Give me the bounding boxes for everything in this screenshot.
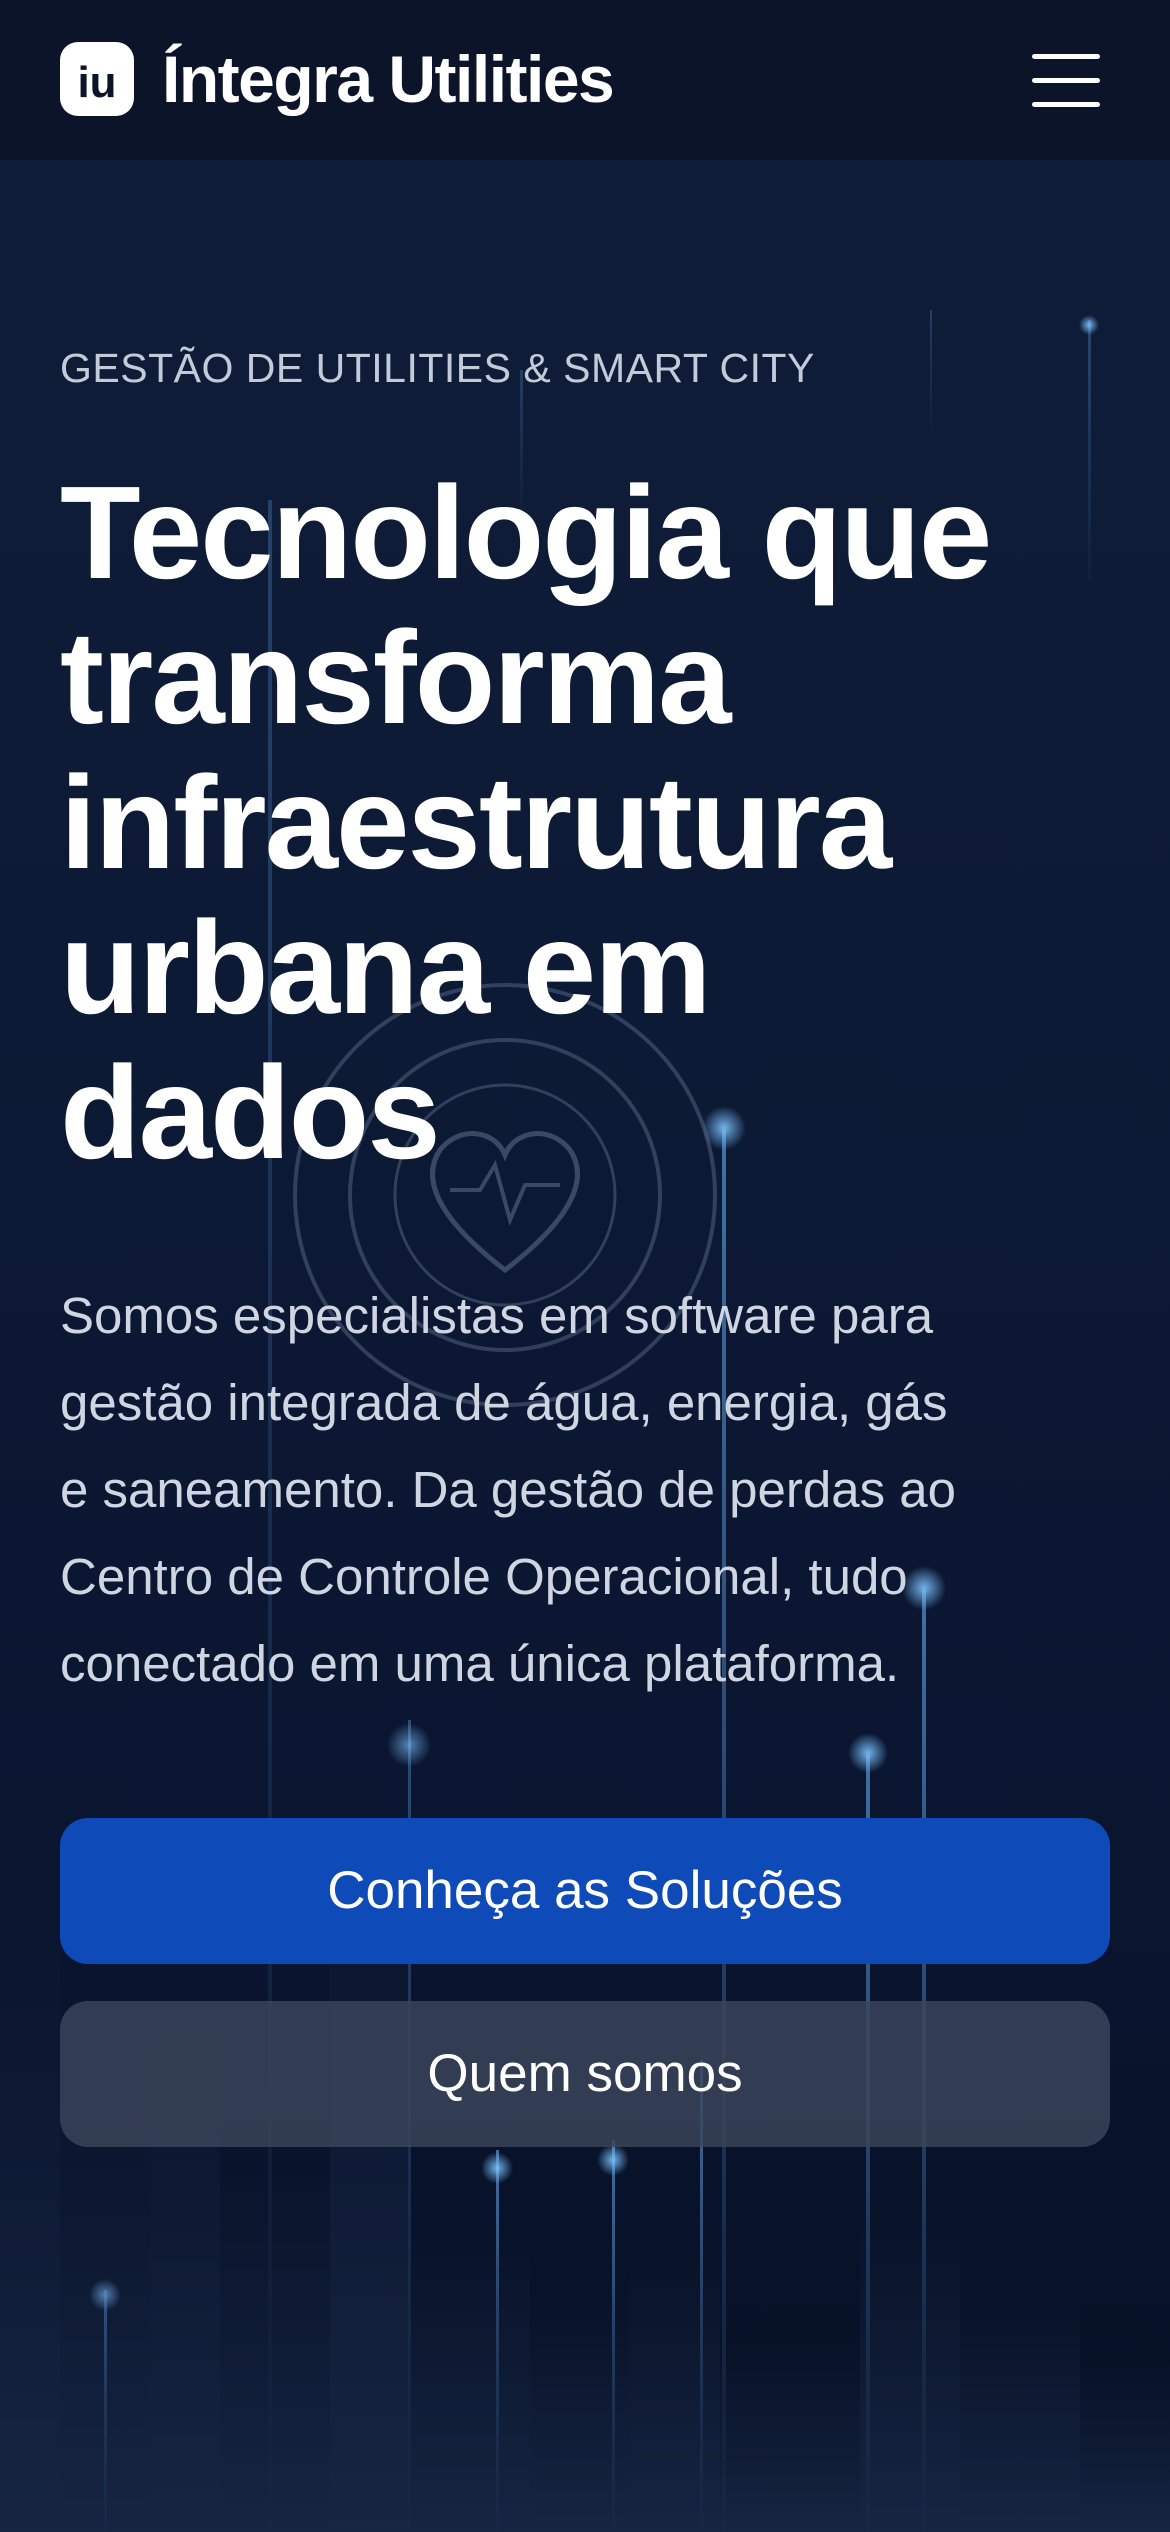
brand-name[interactable]: Íntegra Utilities <box>162 36 615 122</box>
description-line: conectado em uma única plataforma. <box>60 1635 900 1692</box>
menu-bar-bottom <box>1032 102 1100 107</box>
description-line: Somos especialistas em software para <box>60 1287 934 1344</box>
logo-glyph: iu <box>77 58 116 107</box>
headline-line: transforma <box>60 604 732 751</box>
solutions-button[interactable]: Conheça as Soluções <box>60 1818 1110 1964</box>
menu-bar-middle <box>1032 78 1100 83</box>
description-line: gestão integrada de água, energia, gás <box>60 1374 948 1431</box>
brand-logo-icon[interactable]: iu <box>60 42 134 116</box>
description-line: Centro de Controle Operacional, tudo <box>60 1548 908 1605</box>
description-line: e saneamento. Da gestão de perdas ao <box>60 1461 956 1518</box>
headline-line: dados <box>60 1039 441 1186</box>
headline-line: urbana em <box>60 894 712 1041</box>
about-us-button[interactable]: Quem somos <box>60 2001 1110 2147</box>
headline-line: infraestrutura <box>60 749 892 896</box>
site-header: iu Íntegra Utilities <box>0 0 1170 160</box>
menu-bar-top <box>1032 54 1100 59</box>
page: iu Íntegra Utilities GESTÃO DE UTILITIES… <box>0 0 1170 2532</box>
headline-line: Tecnologia que <box>60 459 992 606</box>
hero-description: Somos especialistas em software para ges… <box>60 1272 1110 1707</box>
hero-eyebrow: GESTÃO DE UTILITIES & SMART CITY <box>60 345 815 391</box>
hero-headline: Tecnologia que transforma infraestrutura… <box>60 460 1110 1185</box>
hamburger-menu-icon[interactable] <box>1020 42 1112 118</box>
